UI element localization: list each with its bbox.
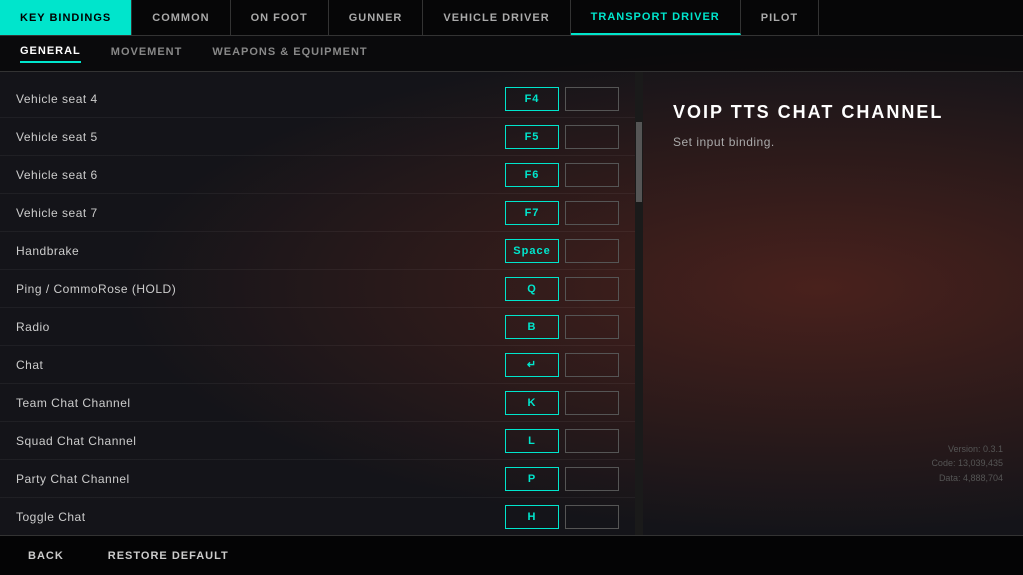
binding-keys: H [505,505,619,529]
binding-label: Radio [16,320,505,334]
version-line3: Data: 4,888,704 [931,471,1003,485]
tab-pilot[interactable]: PILOT [741,0,819,35]
binding-label: Handbrake [16,244,505,258]
binding-row-toggle-chat[interactable]: Toggle Chat H [0,498,635,535]
content-area: Vehicle seat 4 F4 Vehicle seat 5 F5 [0,72,1023,535]
left-panel: Vehicle seat 4 F4 Vehicle seat 5 F5 [0,72,635,535]
tab-transport-driver[interactable]: TRANSPORT DRIVER [571,0,741,35]
binding-row-vehicle-seat-6[interactable]: Vehicle seat 6 F6 [0,156,635,194]
key-secondary[interactable] [565,163,619,187]
detail-description: Set input binding. [673,135,993,149]
binding-row-vehicle-seat-4[interactable]: Vehicle seat 4 F4 [0,80,635,118]
binding-row-squad-chat[interactable]: Squad Chat Channel L [0,422,635,460]
right-panel: VOIP TTS CHAT CHANNEL Set input binding.… [643,72,1023,535]
binding-keys: F6 [505,163,619,187]
key-primary[interactable]: H [505,505,559,529]
tab-key-bindings[interactable]: KEY BINDINGS [0,0,132,35]
binding-label: Chat [16,358,505,372]
key-primary[interactable]: L [505,429,559,453]
key-secondary[interactable] [565,239,619,263]
key-primary[interactable]: P [505,467,559,491]
key-primary[interactable]: B [505,315,559,339]
detail-title: VOIP TTS CHAT CHANNEL [673,102,993,123]
binding-label: Toggle Chat [16,510,505,524]
key-secondary[interactable] [565,505,619,529]
binding-row-chat[interactable]: Chat ↵ [0,346,635,384]
key-primary[interactable]: Space [505,239,559,263]
binding-keys: ↵ [505,353,619,377]
key-secondary[interactable] [565,315,619,339]
binding-keys: Space [505,239,619,263]
key-secondary[interactable] [565,467,619,491]
subtab-movement[interactable]: MOVEMENT [111,46,183,62]
scrollbar-thumb[interactable] [636,122,642,202]
version-info: Version: 0.3.1 Code: 13,039,435 Data: 4,… [931,442,1003,485]
key-secondary[interactable] [565,87,619,111]
binding-label: Party Chat Channel [16,472,505,486]
key-primary[interactable]: F6 [505,163,559,187]
key-secondary[interactable] [565,125,619,149]
key-secondary[interactable] [565,201,619,225]
key-primary[interactable]: F4 [505,87,559,111]
binding-keys: B [505,315,619,339]
restore-default-button[interactable]: RESTORE DEFAULT [96,544,241,568]
tab-common[interactable]: COMMON [132,0,230,35]
subtab-weapons-equipment[interactable]: WEAPONS & EQUIPMENT [212,46,367,62]
subtab-general[interactable]: GENERAL [20,45,81,63]
scrollbar-track[interactable] [635,72,643,535]
binding-row-team-chat[interactable]: Team Chat Channel K [0,384,635,422]
key-secondary[interactable] [565,353,619,377]
back-button[interactable]: BACK [16,544,76,568]
key-primary[interactable]: F7 [505,201,559,225]
version-line2: Code: 13,039,435 [931,456,1003,470]
binding-row-radio[interactable]: Radio B [0,308,635,346]
key-secondary[interactable] [565,429,619,453]
tab-vehicle-driver[interactable]: VEHICLE DRIVER [423,0,570,35]
tab-on-foot[interactable]: ON FOOT [231,0,329,35]
binding-keys: F5 [505,125,619,149]
binding-label: Squad Chat Channel [16,434,505,448]
tab-gunner[interactable]: GUNNER [329,0,424,35]
binding-keys: L [505,429,619,453]
key-secondary[interactable] [565,277,619,301]
sub-nav: GENERAL MOVEMENT WEAPONS & EQUIPMENT [0,36,1023,72]
binding-keys: P [505,467,619,491]
binding-label: Vehicle seat 5 [16,130,505,144]
binding-keys: F7 [505,201,619,225]
key-primary[interactable]: ↵ [505,353,559,377]
binding-keys: F4 [505,87,619,111]
binding-label: Ping / CommoRose (HOLD) [16,282,505,296]
key-primary[interactable]: F5 [505,125,559,149]
key-secondary[interactable] [565,391,619,415]
key-primary[interactable]: Q [505,277,559,301]
binding-keys: K [505,391,619,415]
binding-keys: Q [505,277,619,301]
binding-label: Vehicle seat 4 [16,92,505,106]
binding-label: Vehicle seat 6 [16,168,505,182]
binding-row-party-chat[interactable]: Party Chat Channel P [0,460,635,498]
binding-label: Vehicle seat 7 [16,206,505,220]
version-line1: Version: 0.3.1 [931,442,1003,456]
binding-row-ping[interactable]: Ping / CommoRose (HOLD) Q [0,270,635,308]
binding-row-handbrake[interactable]: Handbrake Space [0,232,635,270]
binding-row-vehicle-seat-5[interactable]: Vehicle seat 5 F5 [0,118,635,156]
bottom-bar: BACK RESTORE DEFAULT [0,535,1023,575]
top-nav: KEY BINDINGS COMMON ON FOOT GUNNER VEHIC… [0,0,1023,36]
binding-label: Team Chat Channel [16,396,505,410]
key-primary[interactable]: K [505,391,559,415]
bindings-list[interactable]: Vehicle seat 4 F4 Vehicle seat 5 F5 [0,72,635,535]
binding-row-vehicle-seat-7[interactable]: Vehicle seat 7 F7 [0,194,635,232]
